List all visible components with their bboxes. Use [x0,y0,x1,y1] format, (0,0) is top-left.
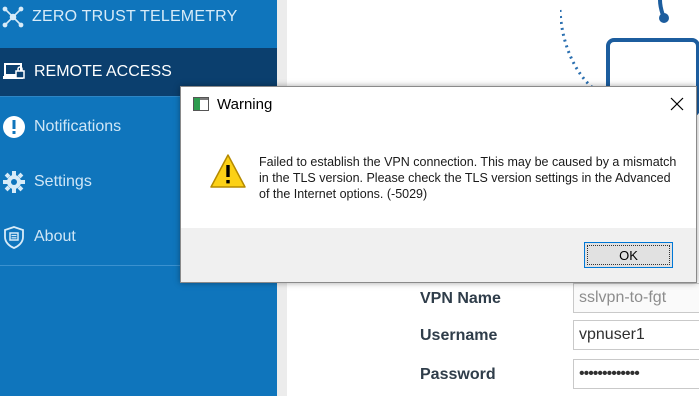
sidebar-item-label: Settings [34,173,92,190]
shield-icon [2,225,26,249]
gear-icon [2,170,26,194]
dialog-footer: OK [181,228,696,282]
password-label: Password [420,366,496,383]
sidebar-item-label: Notifications [34,118,122,135]
sidebar-header: ZERO TRUST TELEMETRY [0,0,277,34]
sidebar-item-label: REMOTE ACCESS [34,63,172,80]
close-icon [670,97,684,111]
close-button[interactable] [666,93,688,115]
vpn-name-label: VPN Name [420,290,501,307]
warning-dialog: Warning Failed to establish the VPN conn… [180,86,697,283]
vpn-name-field[interactable]: sslvpn-to-fgt [573,283,699,313]
focus-rect [587,245,670,265]
sidebar-item-label: About [34,228,76,245]
warning-icon [209,153,247,189]
app-window-icon [193,97,209,111]
ok-button[interactable]: OK [584,242,673,268]
remote-access-icon [2,60,26,84]
password-field[interactable]: ••••••••••••• [573,359,699,389]
dialog-title: Warning [217,95,273,113]
telemetry-icon [2,6,24,28]
dialog-titlebar[interactable]: Warning [181,87,696,121]
username-label: Username [420,327,498,344]
dialog-message: Failed to establish the VPN connection. … [259,155,677,201]
sidebar-header-label: ZERO TRUST TELEMETRY [32,8,238,25]
username-field[interactable]: vpnuser1 [573,320,699,350]
exclamation-icon [2,115,26,139]
